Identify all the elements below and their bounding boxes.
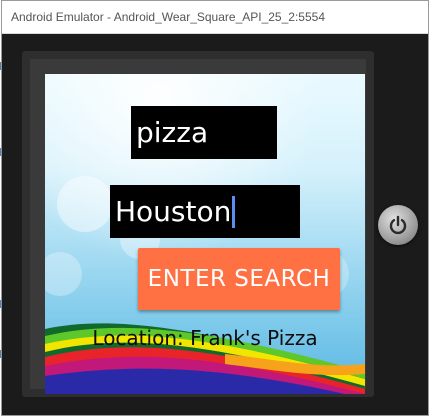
query-input-value: pizza — [136, 115, 209, 149]
text-cursor — [232, 195, 236, 228]
emulator-window: Android Emulator - Android_Wear_Square_A… — [1, 0, 429, 416]
enter-search-label: ENTER SEARCH — [147, 266, 331, 292]
device-frame: pizza Houston ENTER SEARCH Location: Fra… — [22, 51, 374, 397]
window-title: Android Emulator - Android_Wear_Square_A… — [11, 10, 325, 24]
wallpaper-bokeh — [57, 176, 113, 232]
window-titlebar[interactable]: Android Emulator - Android_Wear_Square_A… — [2, 1, 428, 34]
power-button[interactable] — [378, 205, 418, 245]
query-input[interactable]: pizza — [131, 106, 277, 159]
location-result-text: Location: Frank's Pizza — [92, 326, 318, 350]
power-icon — [389, 215, 407, 235]
location-input-value: Houston — [115, 194, 232, 228]
device-bezel: pizza Houston ENTER SEARCH Location: Fra… — [30, 59, 366, 394]
device-screen: pizza Houston ENTER SEARCH Location: Fra… — [45, 74, 365, 394]
wallpaper-bokeh — [45, 252, 82, 296]
location-input[interactable]: Houston — [110, 185, 300, 238]
enter-search-button[interactable]: ENTER SEARCH — [138, 248, 340, 310]
